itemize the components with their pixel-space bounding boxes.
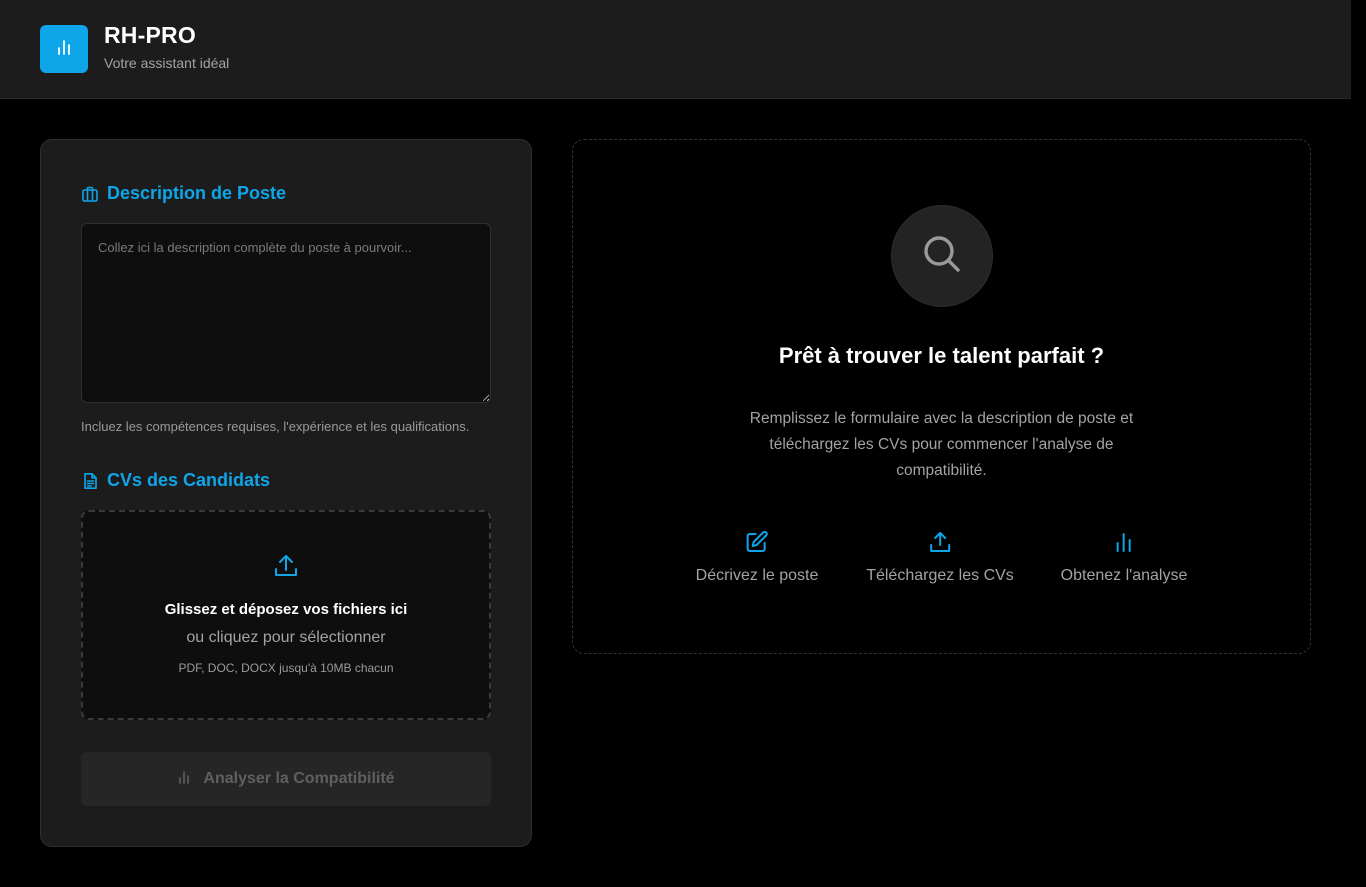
upload-icon — [928, 530, 952, 559]
upload-icon — [83, 552, 489, 580]
job-description-hint: Incluez les compétences requises, l'expé… — [81, 419, 470, 434]
cv-dropzone[interactable]: Glissez et déposez vos fichiers ici ou c… — [81, 510, 491, 720]
step-upload-label: Téléchargez les CVs — [866, 567, 1014, 584]
step-analyze: Obtenez l'analyse — [1060, 530, 1188, 585]
step-upload: Téléchargez les CVs — [866, 530, 1014, 585]
bar-chart-icon — [55, 38, 73, 61]
empty-state-description: Remplissez le formulaire avec la descrip… — [749, 410, 1134, 479]
results-empty-state: Prêt à trouver le talent parfait ? Rempl… — [572, 139, 1311, 654]
briefcase-icon — [81, 185, 99, 203]
cv-section-heading: CVs des Candidats — [81, 470, 270, 491]
app-header: RH-PRO Votre assistant idéal — [0, 0, 1351, 99]
empty-state-title: Prêt à trouver le talent parfait ? — [778, 343, 1105, 368]
dropzone-subtitle: ou cliquez pour sélectionner — [186, 629, 386, 646]
app-subtitle: Votre assistant idéal — [104, 55, 230, 71]
edit-icon — [745, 530, 769, 559]
app-logo — [40, 25, 88, 73]
document-icon — [81, 472, 99, 490]
page-scrollbar[interactable] — [1351, 0, 1366, 887]
dropzone-title: Glissez et déposez vos fichiers ici — [164, 601, 408, 618]
bar-chart-icon — [1112, 530, 1136, 559]
job-description-title: Description de Poste — [107, 183, 287, 203]
step-analyze-label: Obtenez l'analyse — [1060, 567, 1188, 584]
dropzone-file-types: PDF, DOC, DOCX jusqu'à 10MB chacun — [178, 661, 394, 675]
cv-section-title: CVs des Candidats — [107, 470, 271, 490]
analyze-button[interactable]: Analyser la Compatibilité — [81, 752, 491, 806]
search-icon-badge — [891, 205, 993, 307]
job-description-textarea[interactable] — [81, 223, 491, 403]
step-describe: Décrivez le poste — [695, 530, 819, 585]
analyze-button-label: Analyser la Compatibilité — [203, 770, 395, 787]
app-title: RH-PRO — [104, 22, 196, 48]
step-describe-label: Décrivez le poste — [695, 567, 819, 584]
analysis-form-panel: Description de Poste Incluez les compéte… — [40, 139, 532, 847]
job-description-heading: Description de Poste — [81, 183, 286, 204]
search-icon — [920, 232, 964, 281]
bar-chart-icon — [177, 770, 191, 789]
